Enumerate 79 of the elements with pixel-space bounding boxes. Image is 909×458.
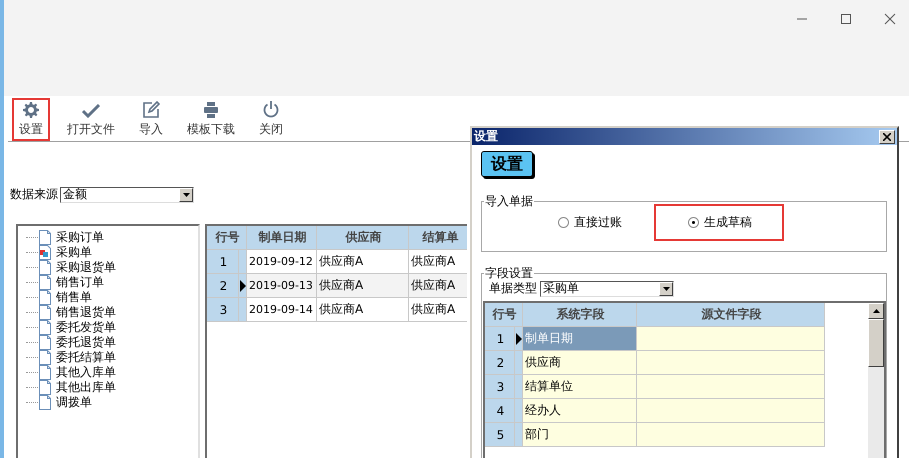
row-pointer-icon — [516, 332, 522, 344]
column-header: 行号 — [485, 303, 523, 327]
row-number: 1 — [485, 327, 515, 351]
document-icon — [39, 395, 51, 410]
table-cell: 部门 — [523, 423, 637, 447]
close-icon — [883, 132, 891, 140]
data-source-select[interactable]: 金额 — [60, 186, 194, 202]
settings-button[interactable]: 设置 — [481, 151, 533, 177]
toolbar-button[interactable]: 关闭 — [252, 97, 290, 141]
tree-item[interactable]: 采购退货单 — [56, 259, 116, 276]
printer-icon — [203, 102, 219, 118]
table-cell: 供应商A — [409, 274, 467, 298]
toolbar-button[interactable]: 设置 — [12, 98, 50, 141]
table-cell: 供应商 — [523, 351, 637, 375]
document-icon — [39, 305, 51, 320]
dropdown-arrow-icon — [182, 192, 190, 196]
table-cell: 供应商A — [317, 298, 409, 322]
document-icon — [39, 350, 51, 365]
toolbar-button[interactable]: 导入 — [132, 97, 170, 141]
document-icon — [39, 230, 51, 245]
table-cell: 经办人 — [523, 399, 637, 423]
column-header: 供应商 — [317, 226, 409, 250]
column-header: 系统字段 — [523, 303, 637, 327]
dropdown-arrow-icon — [662, 286, 670, 290]
tree-item[interactable]: 其他入库单 — [56, 364, 116, 381]
gear-icon — [23, 102, 39, 118]
document-icon — [39, 335, 51, 350]
column-header: 行号 — [207, 226, 247, 250]
column-header: 源文件字段 — [637, 303, 825, 327]
tree-item[interactable]: 委托发货单 — [56, 319, 116, 336]
row-number: 4 — [485, 399, 515, 423]
row-number: 2 — [485, 351, 515, 375]
document-icon — [39, 365, 51, 380]
close-button[interactable] — [879, 130, 895, 144]
tree-item[interactable]: 其他出库单 — [56, 379, 116, 396]
table-cell: 供应商A — [317, 250, 409, 274]
document-icon — [39, 275, 51, 290]
document-icon — [39, 380, 51, 395]
tree-item[interactable]: 委托结算单 — [56, 349, 116, 366]
tree-item[interactable]: 销售单 — [56, 289, 92, 306]
check-icon — [82, 104, 100, 118]
edit-icon — [142, 101, 160, 118]
maximize-icon — [840, 13, 852, 25]
document-type-select[interactable]: 采购单 — [540, 280, 674, 296]
scroll-up-icon — [872, 309, 880, 313]
document-icon — [39, 260, 51, 275]
row-number: 1 — [207, 250, 239, 274]
column-header: 结算单 — [409, 226, 467, 250]
toolbar-button[interactable]: 打开文件 — [60, 100, 122, 141]
row-number: 2 — [207, 274, 239, 298]
table-cell: 结算单位 — [523, 375, 637, 399]
tree-item[interactable]: 采购订单 — [56, 229, 104, 246]
document-icon — [39, 290, 51, 305]
document-image-icon — [39, 245, 51, 260]
row-pointer-icon — [240, 280, 246, 292]
radio-option[interactable]: 生成草稿 — [654, 204, 784, 241]
document-icon — [39, 320, 51, 335]
row-number: 3 — [485, 375, 515, 399]
tree-item[interactable]: 销售订单 — [56, 274, 104, 291]
tree-item[interactable]: 销售退货单 — [56, 304, 116, 321]
table-cell: 制单日期 — [523, 327, 637, 351]
tree-item[interactable]: 采购单 — [56, 244, 92, 261]
column-header: 制单日期 — [247, 226, 317, 250]
row-number: 3 — [207, 298, 239, 322]
dialog-title: 设置 — [474, 128, 498, 145]
table-cell: 2019-09-12 — [247, 250, 317, 274]
table-cell: 供应商A — [317, 274, 409, 298]
tree-item[interactable]: 委托退货单 — [56, 334, 116, 351]
tree-item[interactable]: 调拨单 — [56, 394, 92, 411]
toolbar-button[interactable]: 模板下载 — [180, 98, 242, 141]
data-source-label: 数据来源 — [10, 186, 58, 203]
scrollbar[interactable] — [868, 303, 884, 458]
power-icon — [263, 101, 279, 118]
table-cell: 2019-09-14 — [247, 298, 317, 322]
close-icon — [884, 13, 896, 25]
row-number: 5 — [485, 423, 515, 447]
table-cell: 2019-09-13 — [247, 274, 317, 298]
document-type-label: 单据类型 — [489, 280, 537, 297]
group-title: 导入单据 — [484, 193, 534, 210]
